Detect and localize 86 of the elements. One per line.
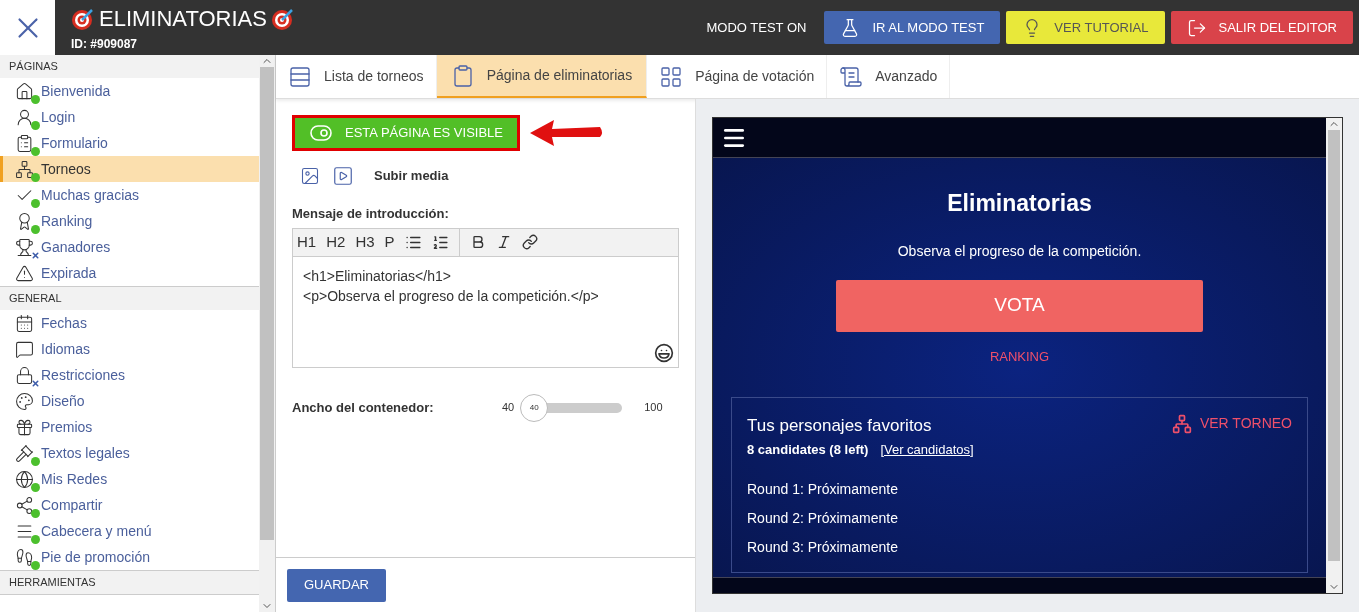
format-button[interactable]: H1 bbox=[297, 230, 317, 254]
link-icon[interactable] bbox=[521, 234, 538, 250]
card-title: Tus personajes favoritos bbox=[747, 415, 933, 437]
sidebar-item[interactable]: Formulario bbox=[0, 130, 259, 156]
sidebar-item[interactable]: Torneos bbox=[0, 156, 259, 182]
sidebar-item[interactable]: Expirada bbox=[0, 260, 259, 286]
target-icon bbox=[270, 6, 295, 31]
sidebar-item[interactable]: Pie de promoción bbox=[0, 544, 259, 570]
arrow-icon bbox=[528, 118, 604, 148]
house-icon bbox=[15, 81, 34, 101]
intro-label: Mensaje de introducción: bbox=[292, 205, 450, 223]
numbered-list-icon[interactable] bbox=[431, 233, 449, 251]
tab[interactable]: Página de eliminatorias bbox=[436, 55, 648, 98]
video-icon[interactable] bbox=[332, 165, 354, 187]
preview-scrollbar[interactable] bbox=[1326, 118, 1342, 593]
tab[interactable]: Lista de torneos bbox=[276, 55, 437, 98]
save-button[interactable]: GUARDAR bbox=[287, 568, 386, 602]
slider-max: 100 bbox=[644, 400, 663, 416]
section-header: HERRAMIENTAS bbox=[0, 571, 259, 594]
candidate-count: 8 candidates (8 left) bbox=[747, 440, 869, 459]
editor-text-line: <h1>Eliminatorias</h1> bbox=[303, 266, 452, 286]
round-status: Round 2: Próximamente bbox=[747, 509, 899, 528]
user-icon bbox=[15, 107, 34, 127]
width-label: Ancho del contenedor: bbox=[292, 398, 435, 417]
emoji-icon[interactable] bbox=[654, 342, 674, 363]
lock-icon bbox=[15, 365, 34, 385]
sidebar-item[interactable]: Textos legales bbox=[0, 440, 259, 466]
sidebar-item[interactable]: Muchas gracias bbox=[0, 182, 259, 208]
scrollbar[interactable] bbox=[259, 55, 275, 612]
preview-title: Eliminatorias bbox=[947, 189, 1092, 218]
target-icon bbox=[71, 6, 95, 31]
sidebar-item[interactable]: Bienvenida bbox=[0, 78, 259, 104]
exit-icon bbox=[1186, 17, 1207, 38]
globe-icon bbox=[15, 469, 34, 489]
page-id: ID: #909087 bbox=[71, 36, 139, 53]
sidebar-item[interactable]: Premios bbox=[0, 414, 259, 440]
form-icon bbox=[15, 133, 34, 153]
round-status: Round 1: Próximamente bbox=[747, 480, 899, 499]
trophy-icon bbox=[15, 237, 34, 257]
format-button[interactable]: H2 bbox=[326, 230, 346, 254]
palette-icon bbox=[15, 391, 34, 411]
round-status: Round 3: Próximamente bbox=[747, 538, 899, 557]
upload-media-label[interactable]: Subir media bbox=[374, 166, 449, 186]
candidates-link[interactable]: [Ver candidatos] bbox=[880, 439, 974, 459]
footprint-icon bbox=[15, 547, 34, 567]
warning-icon bbox=[15, 263, 34, 283]
section-header: GENERAL bbox=[0, 287, 259, 310]
gavel-icon bbox=[15, 443, 34, 463]
text-editor[interactable]: H1 H2 H3 P <h1>Eliminatorias</h1> <p>Observa el progreso de la competición.</p> bbox=[292, 227, 679, 368]
header-button[interactable]: IR AL MODO TEST bbox=[824, 11, 1001, 44]
tab[interactable]: Página de votación bbox=[647, 55, 828, 98]
sidebar-item[interactable]: Idiomas bbox=[0, 336, 259, 362]
test-mode-status: MODO TEST ON bbox=[706, 18, 807, 37]
ranking-link[interactable]: RANKING bbox=[989, 346, 1050, 366]
sidebar-item[interactable]: Cabecera y menú bbox=[0, 518, 259, 544]
format-button[interactable]: H3 bbox=[355, 230, 375, 254]
sidebar-item[interactable]: Diseño bbox=[0, 388, 259, 414]
close-button[interactable] bbox=[0, 0, 55, 55]
header-button[interactable]: SALIR DEL EDITOR bbox=[1170, 11, 1353, 44]
sidebar-item[interactable]: Login bbox=[0, 104, 259, 130]
format-button[interactable]: P bbox=[384, 230, 395, 254]
width-slider[interactable]: 40 bbox=[520, 393, 623, 422]
gift-icon bbox=[15, 417, 34, 437]
header-button[interactable]: VER TUTORIAL bbox=[1006, 11, 1165, 44]
sidebar-item[interactable]: Mis Redes bbox=[0, 466, 259, 492]
sidebar-item[interactable]: Ganadores bbox=[0, 234, 259, 260]
editor-text-line: <p>Observa el progreso de la competición.</p> bbox=[303, 286, 600, 306]
slider-min: 40 bbox=[502, 400, 515, 416]
speech-bubble-icon bbox=[15, 339, 34, 359]
list-icon bbox=[288, 64, 312, 89]
share-icon bbox=[15, 495, 34, 515]
sidebar-item[interactable]: Compartir bbox=[0, 492, 259, 518]
image-icon[interactable] bbox=[300, 166, 320, 186]
sidebar-item[interactable]: Restricciones bbox=[0, 362, 259, 388]
bracket-icon bbox=[15, 159, 34, 179]
sidebar-item[interactable]: Fechas bbox=[0, 310, 259, 336]
preview-subtitle: Observa el progreso de la competición. bbox=[897, 241, 1142, 261]
scroll-icon bbox=[839, 64, 864, 89]
calendar-icon bbox=[15, 313, 34, 333]
grid-icon bbox=[659, 64, 684, 89]
view-tournament-button[interactable]: VER TORNEO bbox=[1171, 413, 1292, 434]
page-title: ELIMINATORIAS bbox=[99, 5, 267, 33]
sidebar-item[interactable]: Ranking bbox=[0, 208, 259, 234]
tab[interactable]: Avanzado bbox=[827, 55, 951, 98]
bracket-icon bbox=[1171, 413, 1192, 434]
section-header: PÁGINAS bbox=[0, 55, 259, 78]
